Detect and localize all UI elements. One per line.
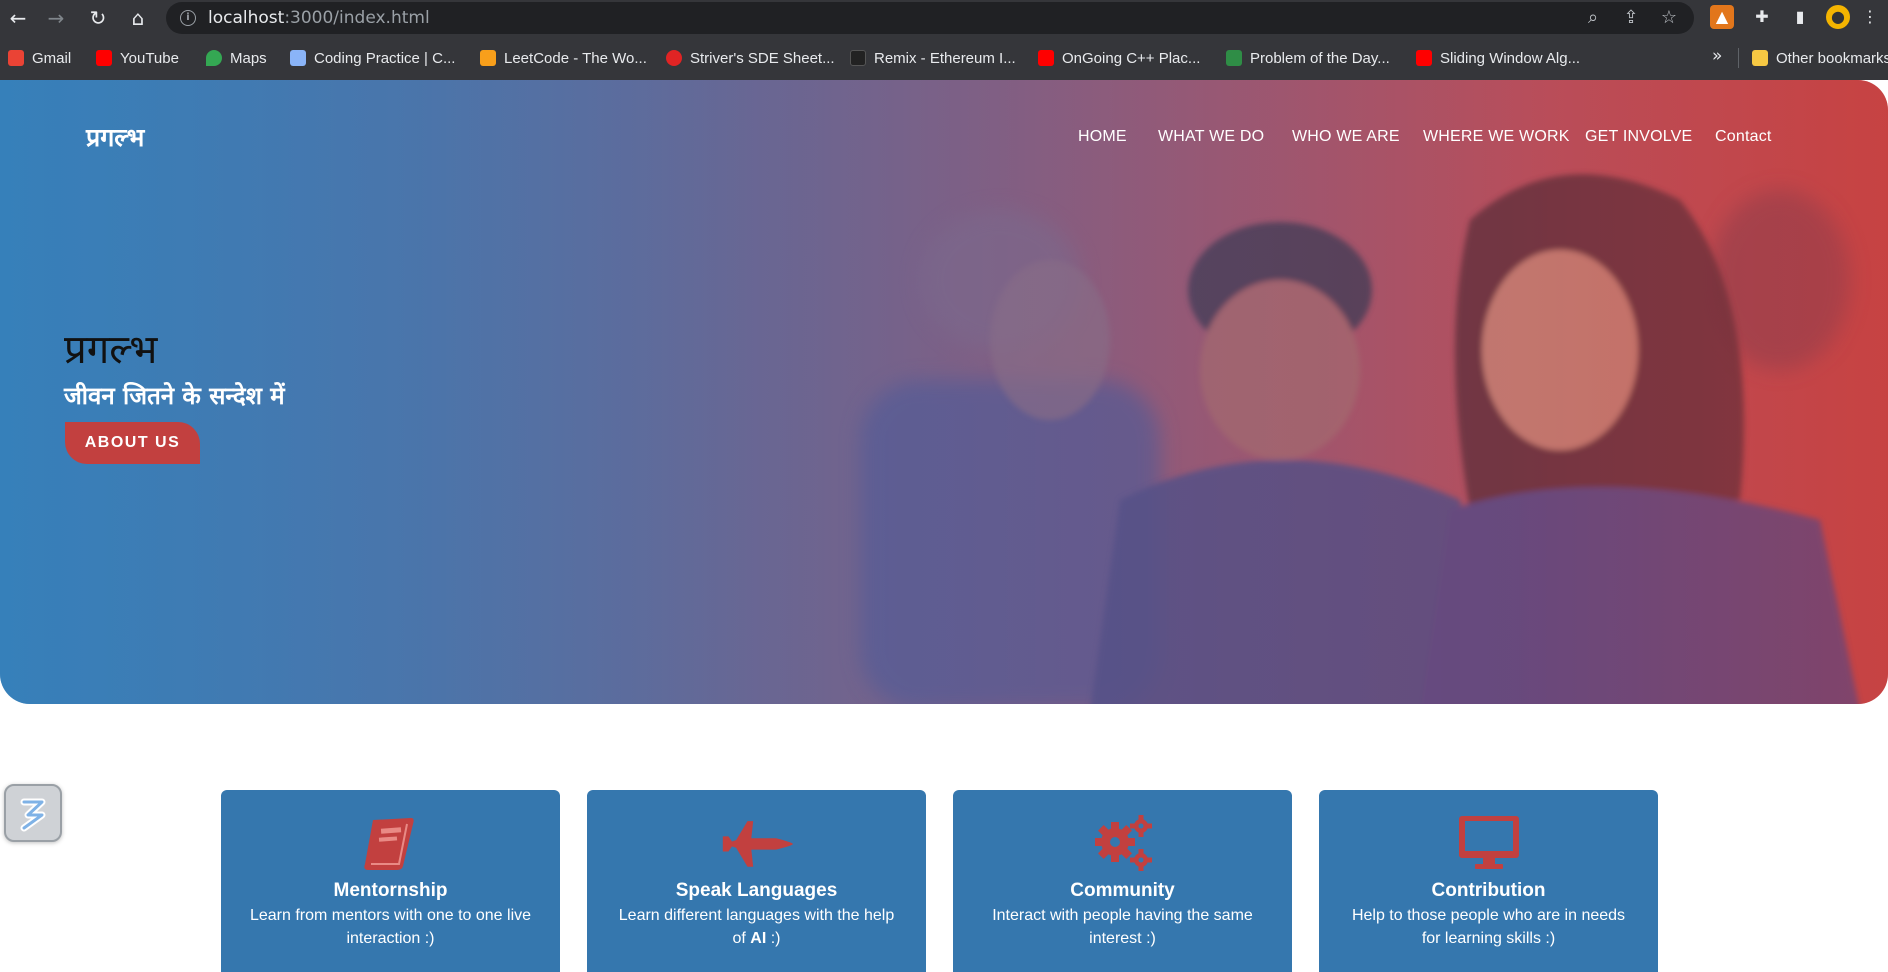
card-desc-bold: AI [750, 930, 767, 947]
widget-icon [20, 798, 46, 832]
bookmark-leetcode[interactable]: LeetCode - The Wo... [480, 48, 647, 68]
card-contribution[interactable]: Contribution Help to those people who ar… [1319, 790, 1658, 972]
profile-avatar[interactable]: ● [1826, 5, 1850, 29]
nav-where-we-work[interactable]: WHERE WE WORK [1423, 128, 1570, 146]
url-text[interactable]: localhost:3000/index.html [208, 8, 430, 28]
zoom-icon[interactable]: ⌕ [1582, 7, 1604, 29]
home-icon[interactable]: ⌂ [124, 4, 152, 32]
card-desc-line: for learning skills :) [1421, 930, 1556, 947]
extensions-icon[interactable]: ✚ [1750, 5, 1774, 29]
bookmark-label: YouTube [120, 49, 179, 67]
card-desc-line: Interact with people having the same [992, 907, 1253, 924]
bookmark-gfg[interactable]: Problem of the Day... [1226, 48, 1390, 68]
bookmark-label: LeetCode - The Wo... [504, 49, 647, 67]
gears-icon [1094, 815, 1152, 871]
card-description: Learn different languages with the help … [605, 904, 908, 950]
share-icon[interactable]: ⇪ [1620, 7, 1642, 29]
bookmark-label: Remix - Ethereum I... [874, 49, 1016, 67]
bookmark-coding-practice[interactable]: Coding Practice | C... [290, 48, 455, 68]
metamask-icon[interactable]: ▲ [1710, 5, 1734, 29]
address-bar[interactable]: i localhost:3000/index.html ⌕ ⇪ ☆ [166, 2, 1694, 34]
bookmark-label: Striver's SDE Sheet... [690, 49, 835, 67]
card-desc-line: interaction :) [346, 930, 435, 947]
bookmark-remix[interactable]: Remix - Ethereum I... [850, 48, 1016, 68]
bookmark-maps[interactable]: Maps [206, 48, 267, 68]
bookmark-star-icon[interactable]: ☆ [1658, 7, 1680, 29]
card-speak-languages[interactable]: Speak Languages Learn different language… [587, 790, 926, 972]
card-desc-line: :) [766, 930, 781, 947]
hero-section: प्रगल्भ HOME WHAT WE DO WHO WE ARE WHERE… [0, 80, 1888, 704]
nav-contact[interactable]: Contact [1715, 128, 1772, 146]
gmail-icon [8, 50, 24, 66]
mountain-icon [290, 50, 306, 66]
card-title: Speak Languages [675, 880, 838, 901]
bookmarks-bar: Gmail YouTube Maps Coding Practice | C..… [0, 36, 1888, 80]
browser-toolbar: ← → ↻ ⌂ i localhost:3000/index.html ⌕ ⇪ … [0, 0, 1888, 36]
bookmark-label: Sliding Window Alg... [1440, 49, 1581, 67]
card-title: Community [1070, 880, 1175, 901]
nav-what-we-do[interactable]: WHAT WE DO [1158, 128, 1264, 146]
bookmark-label: Gmail [32, 49, 72, 67]
bookmarks-overflow-button[interactable]: » [1712, 46, 1722, 66]
bookmark-sliding-window[interactable]: Sliding Window Alg... [1416, 48, 1580, 68]
bookmarks-divider [1738, 48, 1739, 68]
card-desc-line: Learn different languages with the help [618, 907, 895, 924]
book-icon [363, 818, 414, 870]
nav-who-we-are[interactable]: WHO WE ARE [1292, 128, 1400, 146]
youtube-icon [1416, 50, 1432, 66]
bookmark-label: Problem of the Day... [1250, 49, 1390, 67]
bookmark-label: Coding Practice | C... [314, 49, 456, 67]
site-info-icon[interactable]: i [180, 10, 196, 26]
bookmark-ongoing-cpp[interactable]: OnGoing C++ Plac... [1038, 48, 1200, 68]
bookmark-youtube[interactable]: YouTube [96, 48, 179, 68]
site-logo[interactable]: प्रगल्भ [86, 120, 144, 154]
reload-icon[interactable]: ↻ [84, 4, 112, 32]
gfg-icon [1226, 50, 1242, 66]
other-bookmarks[interactable]: Other bookmarks [1752, 48, 1888, 68]
card-title: Contribution [1431, 880, 1546, 901]
card-desc-line: of [732, 930, 751, 947]
bookmark-striver[interactable]: Striver's SDE Sheet... [666, 48, 835, 68]
card-description: Interact with people having the same int… [971, 904, 1274, 950]
bookmark-label: Maps [230, 49, 267, 67]
card-desc-line: interest :) [1089, 930, 1156, 947]
card-desc-line: Learn from mentors with one to one live [249, 907, 532, 924]
youtube-icon [1038, 50, 1054, 66]
card-title: Mentornship [333, 880, 448, 901]
hero-title: प्रगल्भ [64, 327, 158, 373]
monitor-icon [1458, 816, 1519, 869]
maps-icon [206, 50, 222, 66]
folder-icon [1752, 50, 1768, 66]
hero-subtitle: जीवन जितने के सन्देश में [64, 382, 285, 410]
card-description: Learn from mentors with one to one live … [239, 904, 542, 950]
card-desc-line: Help to those people who are in needs [1351, 907, 1626, 924]
nav-get-involve[interactable]: GET INVOLVE [1585, 128, 1692, 146]
card-community[interactable]: Community Interact with people having th… [953, 790, 1292, 972]
tuf-icon [666, 50, 682, 66]
card-description: Help to those people who are in needs fo… [1337, 904, 1640, 950]
floating-widget[interactable] [4, 784, 62, 842]
back-icon[interactable]: ← [4, 4, 32, 32]
bookmark-gmail[interactable]: Gmail [8, 48, 71, 68]
forward-icon[interactable]: → [42, 4, 70, 32]
jet-icon [722, 821, 793, 867]
leetcode-icon [480, 50, 496, 66]
side-panel-icon[interactable]: ▮ [1788, 5, 1812, 29]
card-mentorship[interactable]: Mentornship Learn from mentors with one … [221, 790, 560, 972]
youtube-icon [96, 50, 112, 66]
nav-home[interactable]: HOME [1078, 128, 1127, 146]
bookmark-label: OnGoing C++ Plac... [1062, 49, 1201, 67]
page-viewport: प्रगल्भ HOME WHAT WE DO WHO WE ARE WHERE… [0, 80, 1888, 972]
menu-kebab-icon[interactable]: ⋮ [1860, 5, 1880, 29]
remix-icon [850, 50, 866, 66]
bookmark-label: Other bookmarks [1776, 49, 1888, 67]
about-us-button[interactable]: ABOUT US [65, 422, 200, 464]
